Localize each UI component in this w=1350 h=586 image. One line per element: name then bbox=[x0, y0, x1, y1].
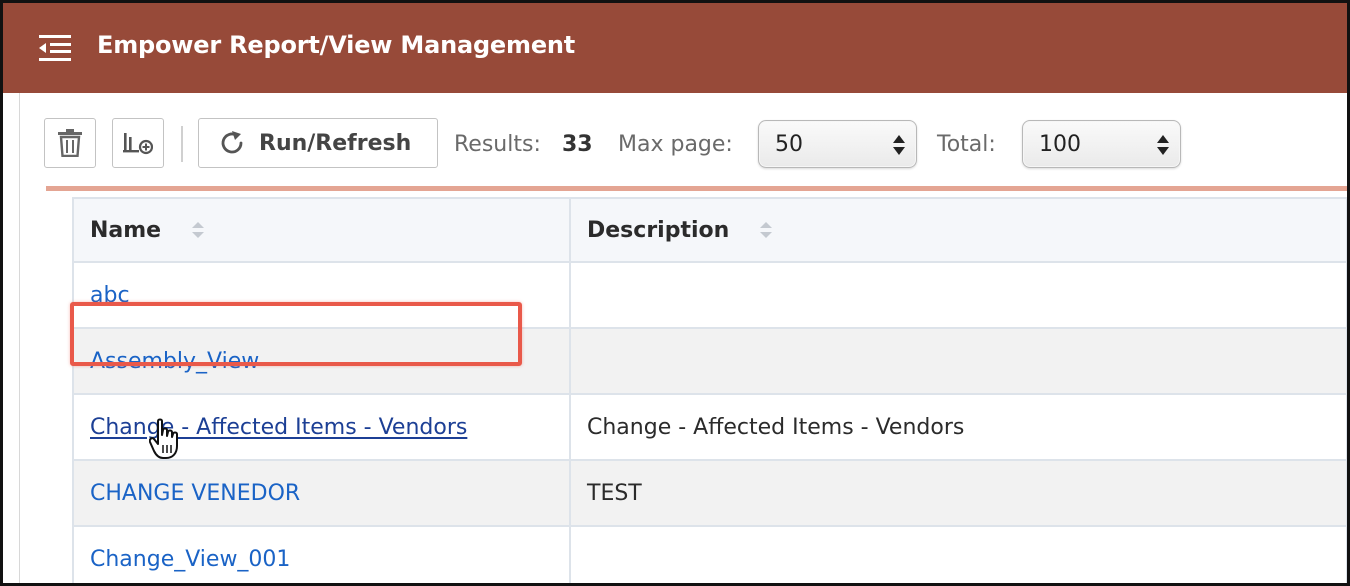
add-chart-icon bbox=[123, 133, 153, 155]
name-cell: Change_View_001 bbox=[72, 525, 571, 583]
page-title: Empower Report/View Management bbox=[97, 31, 576, 59]
app-header: Empower Report/View Management bbox=[3, 3, 1347, 93]
report-link[interactable]: CHANGE VENEDOR bbox=[90, 481, 300, 506]
total-label: Total: bbox=[937, 132, 996, 157]
name-cell: Assembly_View bbox=[72, 327, 571, 395]
toolbar-divider bbox=[181, 126, 183, 162]
report-link[interactable]: Change - Affected Items - Vendors bbox=[90, 415, 467, 440]
description-cell bbox=[569, 327, 1347, 395]
max-page-value: 50 bbox=[775, 131, 803, 157]
max-page-select[interactable]: 50 bbox=[758, 120, 917, 168]
updown-arrows-icon bbox=[1157, 135, 1169, 155]
column-header-description[interactable]: Description bbox=[569, 197, 1347, 263]
description-cell: Change - Affected Items - Vendors bbox=[569, 393, 1347, 461]
max-page-label: Max page: bbox=[618, 132, 733, 157]
run-refresh-label: Run/Refresh bbox=[259, 130, 412, 156]
table-row[interactable]: Change_View_001 bbox=[72, 525, 1347, 583]
refresh-icon bbox=[221, 131, 243, 154]
toolbar-accent-line bbox=[46, 186, 1347, 191]
main-content: Run/Refresh Results: 33 Max page: 50 Tot… bbox=[19, 93, 1347, 583]
column-header-name[interactable]: Name bbox=[72, 197, 571, 263]
sort-icon[interactable] bbox=[759, 220, 773, 240]
toolbar: Run/Refresh Results: 33 Max page: 50 Tot… bbox=[44, 118, 1344, 170]
report-link[interactable]: Change_View_001 bbox=[90, 547, 290, 572]
hand-pointer-icon bbox=[149, 418, 178, 459]
total-value: 100 bbox=[1039, 131, 1081, 157]
name-cell: Change - Affected Items - Vendors bbox=[72, 393, 571, 461]
table-row[interactable]: Change - Affected Items - Vendors Change… bbox=[72, 393, 1347, 461]
table-row[interactable]: CHANGE VENEDOR TEST bbox=[72, 459, 1347, 527]
name-cell: CHANGE VENEDOR bbox=[72, 459, 571, 527]
add-chart-button[interactable] bbox=[112, 118, 164, 168]
description-cell bbox=[569, 261, 1347, 329]
report-link[interactable]: abc bbox=[90, 283, 130, 308]
updown-arrows-icon bbox=[893, 135, 905, 155]
trash-icon bbox=[58, 129, 82, 157]
name-cell: abc bbox=[72, 261, 571, 329]
description-cell bbox=[569, 525, 1347, 583]
collapse-menu-icon[interactable] bbox=[39, 33, 73, 63]
app-window: Empower Report/View Management Run/Refre… bbox=[0, 0, 1350, 586]
table-header-row: Name Description bbox=[72, 197, 1347, 263]
table-row[interactable]: abc bbox=[72, 261, 1347, 329]
table-row[interactable]: Assembly_View bbox=[72, 327, 1347, 395]
description-cell: TEST bbox=[569, 459, 1347, 527]
results-count: 33 bbox=[562, 132, 593, 157]
results-label: Results: bbox=[454, 132, 541, 157]
sort-icon[interactable] bbox=[191, 220, 205, 240]
total-select[interactable]: 100 bbox=[1022, 120, 1181, 168]
report-link[interactable]: Assembly_View bbox=[90, 349, 259, 374]
run-refresh-button[interactable]: Run/Refresh bbox=[198, 118, 438, 168]
delete-button[interactable] bbox=[44, 118, 96, 168]
reports-table: Name Description abc Assembly_View Chang… bbox=[72, 197, 1347, 583]
